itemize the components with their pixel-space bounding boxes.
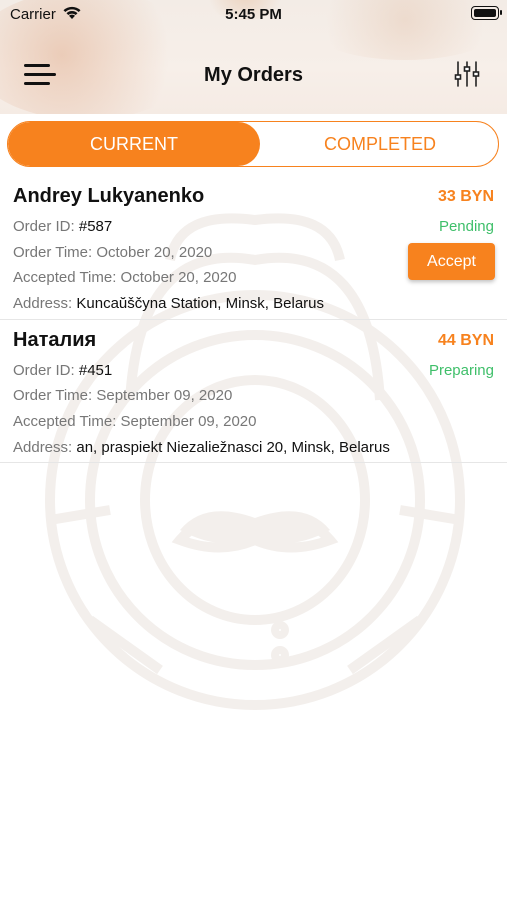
status-bar: Carrier 5:45 PM (0, 0, 507, 30)
order-id-row: Order ID: #451 (13, 362, 112, 379)
order-card[interactable]: Andrey Lukyanenko 33 BYN Pending Order I… (0, 180, 507, 318)
order-status-tabs: CURRENT COMPLETED (7, 121, 499, 167)
battery-icon (471, 6, 502, 20)
order-time: Order Time: September 09, 2020 (13, 387, 233, 404)
accept-button[interactable]: Accept (408, 243, 495, 280)
accepted-time: Accepted Time: September 09, 2020 (13, 413, 257, 430)
order-id-row: Order ID: #587 (13, 218, 112, 235)
customer-name: Andrey Lukyanenko (13, 185, 205, 207)
divider (0, 319, 507, 320)
tab-current[interactable]: CURRENT (8, 122, 260, 166)
order-id-value: #587 (78, 218, 113, 235)
order-price: 33 BYN (437, 188, 494, 205)
address-value: an, praspiekt Niezaliežnasci 20, Minsk, … (76, 439, 390, 456)
address-row: Address: Kuncaŭščyna Station, Minsk, Bel… (13, 295, 324, 312)
address-value: Kuncaŭščyna Station, Minsk, Belarus (76, 295, 324, 312)
navigation-bar: My Orders (0, 52, 507, 98)
order-id-label: Order ID: (13, 362, 75, 379)
order-id-value: #451 (78, 362, 113, 379)
order-time: Order Time: October 20, 2020 (13, 244, 213, 261)
order-price: 44 BYN (437, 332, 494, 349)
divider (0, 462, 507, 463)
order-card[interactable]: Наталия 44 BYN Preparing Order ID: #451 … (0, 324, 507, 462)
sliders-icon[interactable] (454, 60, 480, 88)
accepted-time: Accepted Time: October 20, 2020 (13, 269, 237, 286)
page-title: My Orders (204, 64, 303, 86)
address-row: Address: an, praspiekt Niezaliežnasci 20… (13, 439, 390, 456)
tab-completed[interactable]: COMPLETED (260, 122, 498, 166)
address-label: Address: (13, 439, 73, 456)
address-label: Address: (13, 295, 73, 312)
order-status: Pending (438, 218, 494, 235)
order-status: Preparing (428, 362, 494, 379)
order-id-label: Order ID: (13, 218, 75, 235)
clock: 5:45 PM (225, 6, 282, 23)
customer-name: Наталия (13, 329, 97, 351)
